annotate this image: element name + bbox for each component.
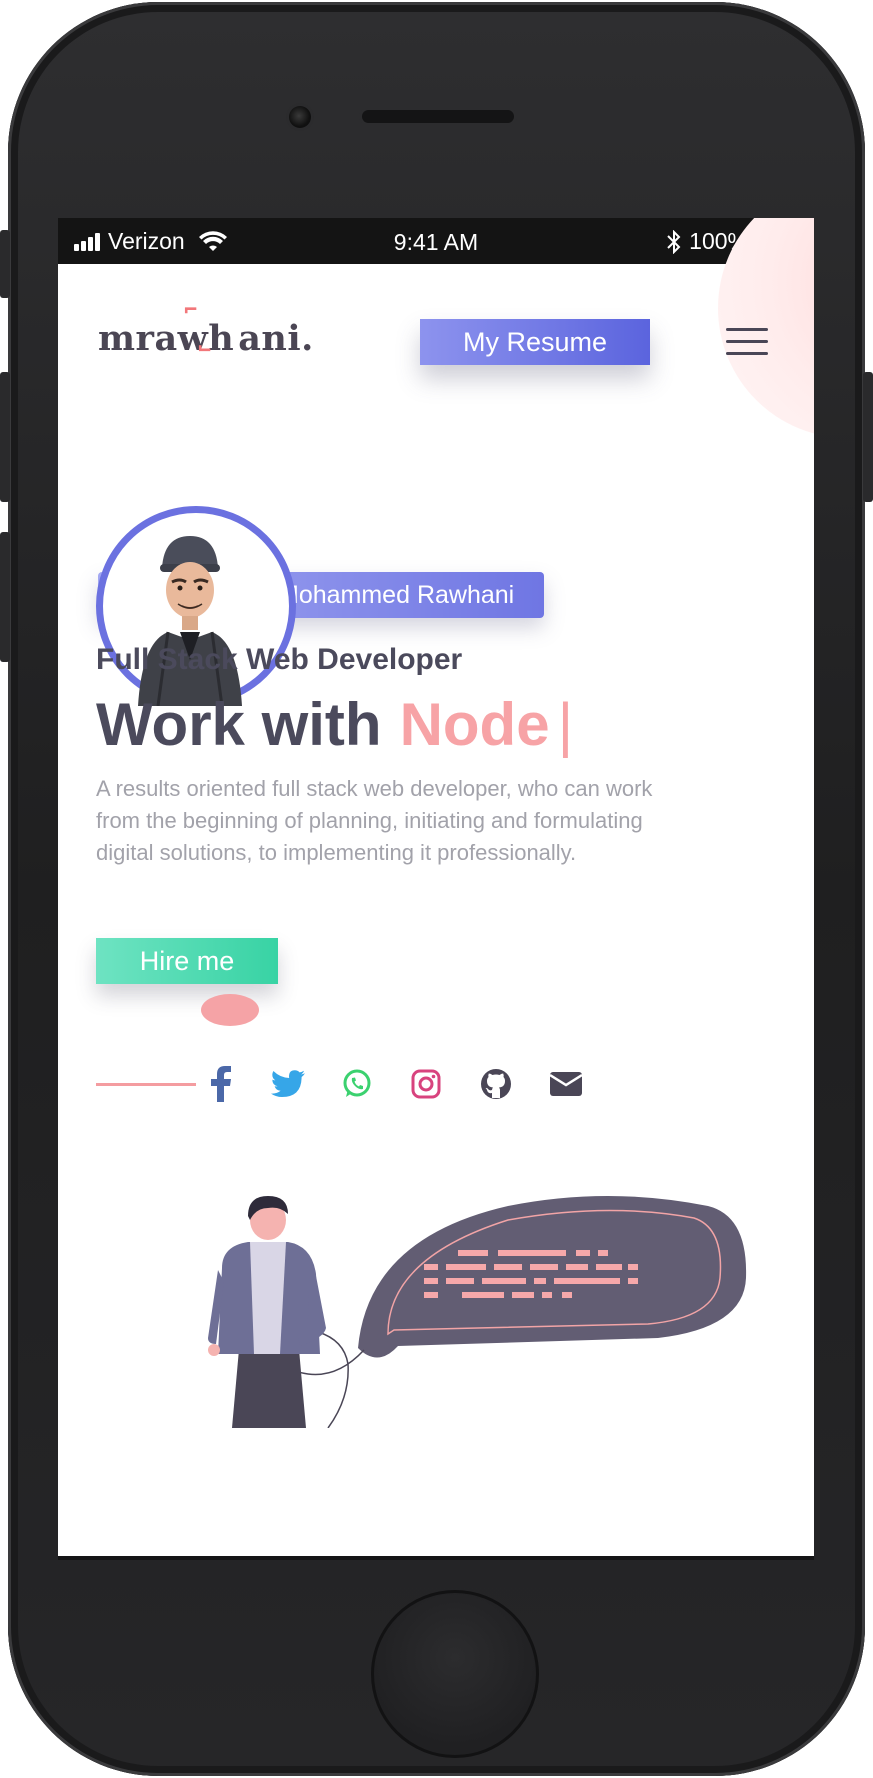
my-resume-button[interactable]: My Resume [420,319,650,365]
menu-icon[interactable] [726,328,768,358]
logo-text-left: mrawh [98,318,235,359]
headline-accent: Node [399,691,550,758]
earpiece-speaker [362,110,514,123]
profile-name: Mohammed Rawhani [278,581,515,609]
bluetooth-icon [667,229,681,254]
logo-bracket-bottom-icon: ⌙ [198,336,212,361]
social-divider [96,1083,196,1086]
volume-down-button [0,532,10,662]
phone-screen: Verizon 9:41 AM 100% mrawh ani. ⌐ ⌙ My Re… [58,218,814,1556]
logo-text-right: ani. [238,318,314,359]
logo-bracket-top-icon: ⌐ [184,298,198,323]
whatsapp-icon[interactable] [339,1066,375,1102]
facebook-icon[interactable] [203,1066,239,1102]
profile-role: Full Stack Web Developer [96,643,463,676]
email-icon[interactable] [548,1066,584,1102]
logo[interactable]: mrawh ani. ⌐ ⌙ [98,298,314,361]
github-icon[interactable] [478,1066,514,1102]
hire-me-button[interactable]: Hire me [96,938,278,984]
twitter-icon[interactable] [270,1066,306,1102]
power-button [863,372,873,502]
screen-bezel-edge [58,1556,814,1560]
mute-switch [0,230,10,298]
developer-illustration [208,1196,747,1428]
front-camera [289,106,311,128]
home-button[interactable] [371,1590,539,1758]
decorative-dot [201,994,259,1026]
headline-prefix: Work with [96,691,382,758]
headline: Work with Node | [96,690,573,759]
instagram-icon[interactable] [408,1066,444,1102]
profile-description: A results oriented full stack web develo… [96,776,653,865]
volume-up-button [0,372,10,502]
typing-caret: | [557,691,574,758]
avatar [138,536,242,706]
status-bar: Verizon 9:41 AM 100% [58,218,814,264]
